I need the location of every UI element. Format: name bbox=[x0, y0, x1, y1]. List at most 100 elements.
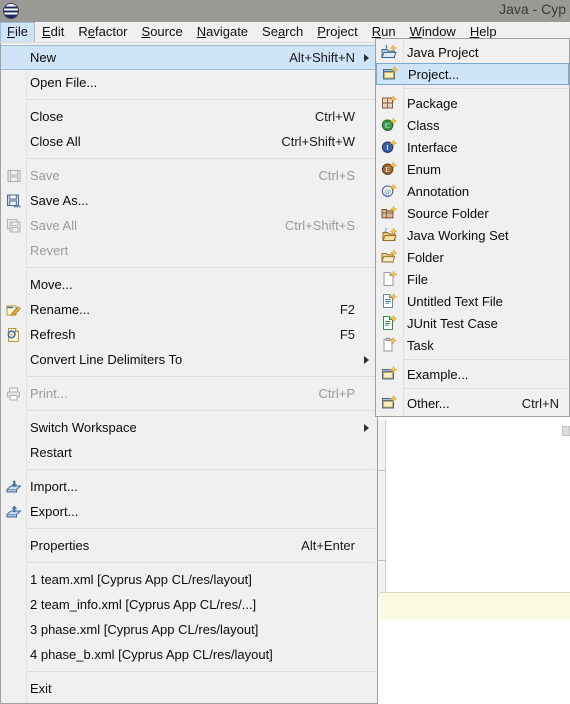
menu-item-1-team-xml-cyprus-app-cl-res-layout[interactable]: 1 team.xml [Cyprus App CL/res/layout] bbox=[1, 567, 377, 592]
menu-separator bbox=[27, 158, 375, 159]
editor-area[interactable] bbox=[378, 420, 570, 598]
menu-item-close-all[interactable]: Close All Ctrl+Shift+W bbox=[1, 129, 377, 154]
file-menu-dropdown[interactable]: New Alt+Shift+N Open File... Close Ctrl+W Clo… bbox=[0, 43, 378, 704]
menu-item-interface[interactable]: I Interface bbox=[376, 136, 569, 158]
menu-item-source-folder[interactable]: Source Folder bbox=[376, 202, 569, 224]
menu-item-folder[interactable]: Folder bbox=[376, 246, 569, 268]
menu-item-label: Interface bbox=[407, 139, 458, 155]
untitled-text-file-icon bbox=[379, 292, 399, 310]
menu-item-print: Print... Ctrl+P bbox=[1, 381, 377, 406]
menubar-item-project[interactable]: Project bbox=[310, 22, 364, 42]
menubar-item-refactor[interactable]: Refactor bbox=[71, 22, 134, 42]
menu-item-package[interactable]: Package bbox=[376, 92, 569, 114]
menu-item-label: Move... bbox=[30, 277, 73, 292]
annotation-icon: @ bbox=[379, 182, 399, 200]
source-folder-icon bbox=[379, 204, 399, 222]
svg-text:E: E bbox=[385, 165, 390, 174]
menu-item-java-project[interactable]: Java Project bbox=[376, 41, 569, 63]
menu-item-refresh[interactable]: Refresh F5 bbox=[1, 322, 377, 347]
enum-icon: E bbox=[379, 160, 399, 178]
junit-test-case-icon bbox=[379, 314, 399, 332]
console-panel[interactable] bbox=[380, 592, 570, 620]
menu-item-label: Save As... bbox=[30, 193, 89, 208]
menu-item-open-file[interactable]: Open File... bbox=[1, 70, 377, 95]
menu-item-shortcut: Ctrl+Shift+W bbox=[281, 134, 355, 149]
menu-item-annotation[interactable]: @ Annotation bbox=[376, 180, 569, 202]
menubar-item-file[interactable]: File bbox=[0, 22, 35, 42]
menu-item-example[interactable]: Example... bbox=[376, 363, 569, 385]
title-bar: Java - Cyp bbox=[0, 0, 570, 22]
menu-item-untitled-text-file[interactable]: Untitled Text File bbox=[376, 290, 569, 312]
svg-text:@: @ bbox=[384, 187, 391, 196]
menu-item-shortcut: Alt+Enter bbox=[301, 538, 355, 553]
eclipse-logo-icon bbox=[3, 3, 19, 19]
menu-item-label: JUnit Test Case bbox=[407, 315, 498, 331]
menu-item-shortcut: Ctrl+Shift+S bbox=[284, 218, 355, 233]
menu-item-switch-workspace[interactable]: Switch Workspace bbox=[1, 415, 377, 440]
menu-separator bbox=[27, 267, 375, 268]
menu-item-revert: Revert bbox=[1, 238, 377, 263]
folder-icon bbox=[379, 248, 399, 266]
menu-item-import[interactable]: Import... bbox=[1, 474, 377, 499]
menu-item-label: Export... bbox=[30, 504, 79, 519]
menu-item-label: Package bbox=[407, 95, 458, 111]
menu-item-java-working-set[interactable]: J Java Working Set bbox=[376, 224, 569, 246]
menu-item-properties[interactable]: Properties Alt+Enter bbox=[1, 533, 377, 558]
menubar-item-edit[interactable]: Edit bbox=[35, 22, 71, 42]
menu-separator bbox=[27, 376, 375, 377]
menu-separator bbox=[404, 88, 567, 89]
menu-item-class[interactable]: C Class bbox=[376, 114, 569, 136]
menu-item-label: Open File... bbox=[30, 75, 98, 90]
menu-item-label: 2 team_info.xml [Cyprus App CL/res/...] bbox=[30, 597, 257, 612]
submenu-arrow-icon bbox=[364, 423, 369, 432]
menubar-item-search[interactable]: Search bbox=[255, 22, 310, 42]
menu-item-label: Annotation bbox=[407, 183, 470, 199]
save-as-icon bbox=[4, 192, 24, 210]
menu-item-3-phase-xml-cyprus-app-cl-res-layout[interactable]: 3 phase.xml [Cyprus App CL/res/layout] bbox=[1, 617, 377, 642]
menu-separator bbox=[404, 388, 567, 389]
save-icon bbox=[4, 167, 24, 185]
menu-separator bbox=[27, 99, 375, 100]
menu-item-move[interactable]: Move... bbox=[1, 272, 377, 297]
menu-item-save-as[interactable]: Save As... bbox=[1, 188, 377, 213]
menu-item-2-team-info-xml-cyprus-app-cl-res[interactable]: 2 team_info.xml [Cyprus App CL/res/...] bbox=[1, 592, 377, 617]
menubar-item-navigate[interactable]: Navigate bbox=[190, 22, 255, 42]
menu-item-enum[interactable]: E Enum bbox=[376, 158, 569, 180]
menu-item-file[interactable]: File bbox=[376, 268, 569, 290]
menu-item-restart[interactable]: Restart bbox=[1, 440, 377, 465]
menu-item-task[interactable]: Task bbox=[376, 334, 569, 356]
package-icon bbox=[379, 94, 399, 112]
editor-ruler-strip bbox=[378, 420, 386, 598]
menu-item-label: Close All bbox=[30, 134, 81, 149]
menu-item-label: File bbox=[407, 271, 428, 287]
menu-separator bbox=[27, 469, 375, 470]
menu-item-other[interactable]: Other... Ctrl+N bbox=[376, 392, 569, 414]
editor-ruler-tick bbox=[378, 470, 386, 471]
menu-item-label: Java Project bbox=[407, 44, 479, 60]
menu-item-new[interactable]: New Alt+Shift+N bbox=[1, 45, 377, 70]
menu-item-label: Example... bbox=[407, 366, 469, 382]
menu-item-label: Import... bbox=[30, 479, 78, 494]
menu-item-save-all: Save All Ctrl+Shift+S bbox=[1, 213, 377, 238]
menu-item-close[interactable]: Close Ctrl+W bbox=[1, 104, 377, 129]
save-all-icon bbox=[4, 217, 24, 235]
menu-item-shortcut: Ctrl+P bbox=[318, 386, 355, 401]
menu-item-4-phase-b-xml-cyprus-app-cl-res-layout[interactable]: 4 phase_b.xml [Cyprus App CL/res/layout] bbox=[1, 642, 377, 667]
menu-item-convert-line-delimiters-to[interactable]: Convert Line Delimiters To bbox=[1, 347, 377, 372]
menubar-item-source[interactable]: Source bbox=[135, 22, 190, 42]
menu-separator bbox=[27, 410, 375, 411]
menu-item-label: Rename... bbox=[30, 302, 90, 317]
menu-item-label: Class bbox=[407, 117, 440, 133]
menu-item-exit[interactable]: Exit bbox=[1, 676, 377, 701]
window-title: Java - Cyp bbox=[499, 1, 566, 17]
menu-item-junit-test-case[interactable]: JUnit Test Case bbox=[376, 312, 569, 334]
menu-item-rename[interactable]: Rename... F2 bbox=[1, 297, 377, 322]
new-submenu-dropdown[interactable]: Java Project Project... Package C Class I Inte… bbox=[375, 38, 570, 417]
menu-item-label: Switch Workspace bbox=[30, 420, 137, 435]
menu-item-project[interactable]: Project... bbox=[376, 63, 569, 85]
menu-item-shortcut: Ctrl+N bbox=[521, 395, 559, 411]
menu-item-label: New bbox=[30, 50, 57, 65]
editor-scrollbar-thumb[interactable] bbox=[562, 426, 570, 436]
menu-item-label: Restart bbox=[30, 445, 72, 460]
menu-item-export[interactable]: Export... bbox=[1, 499, 377, 524]
